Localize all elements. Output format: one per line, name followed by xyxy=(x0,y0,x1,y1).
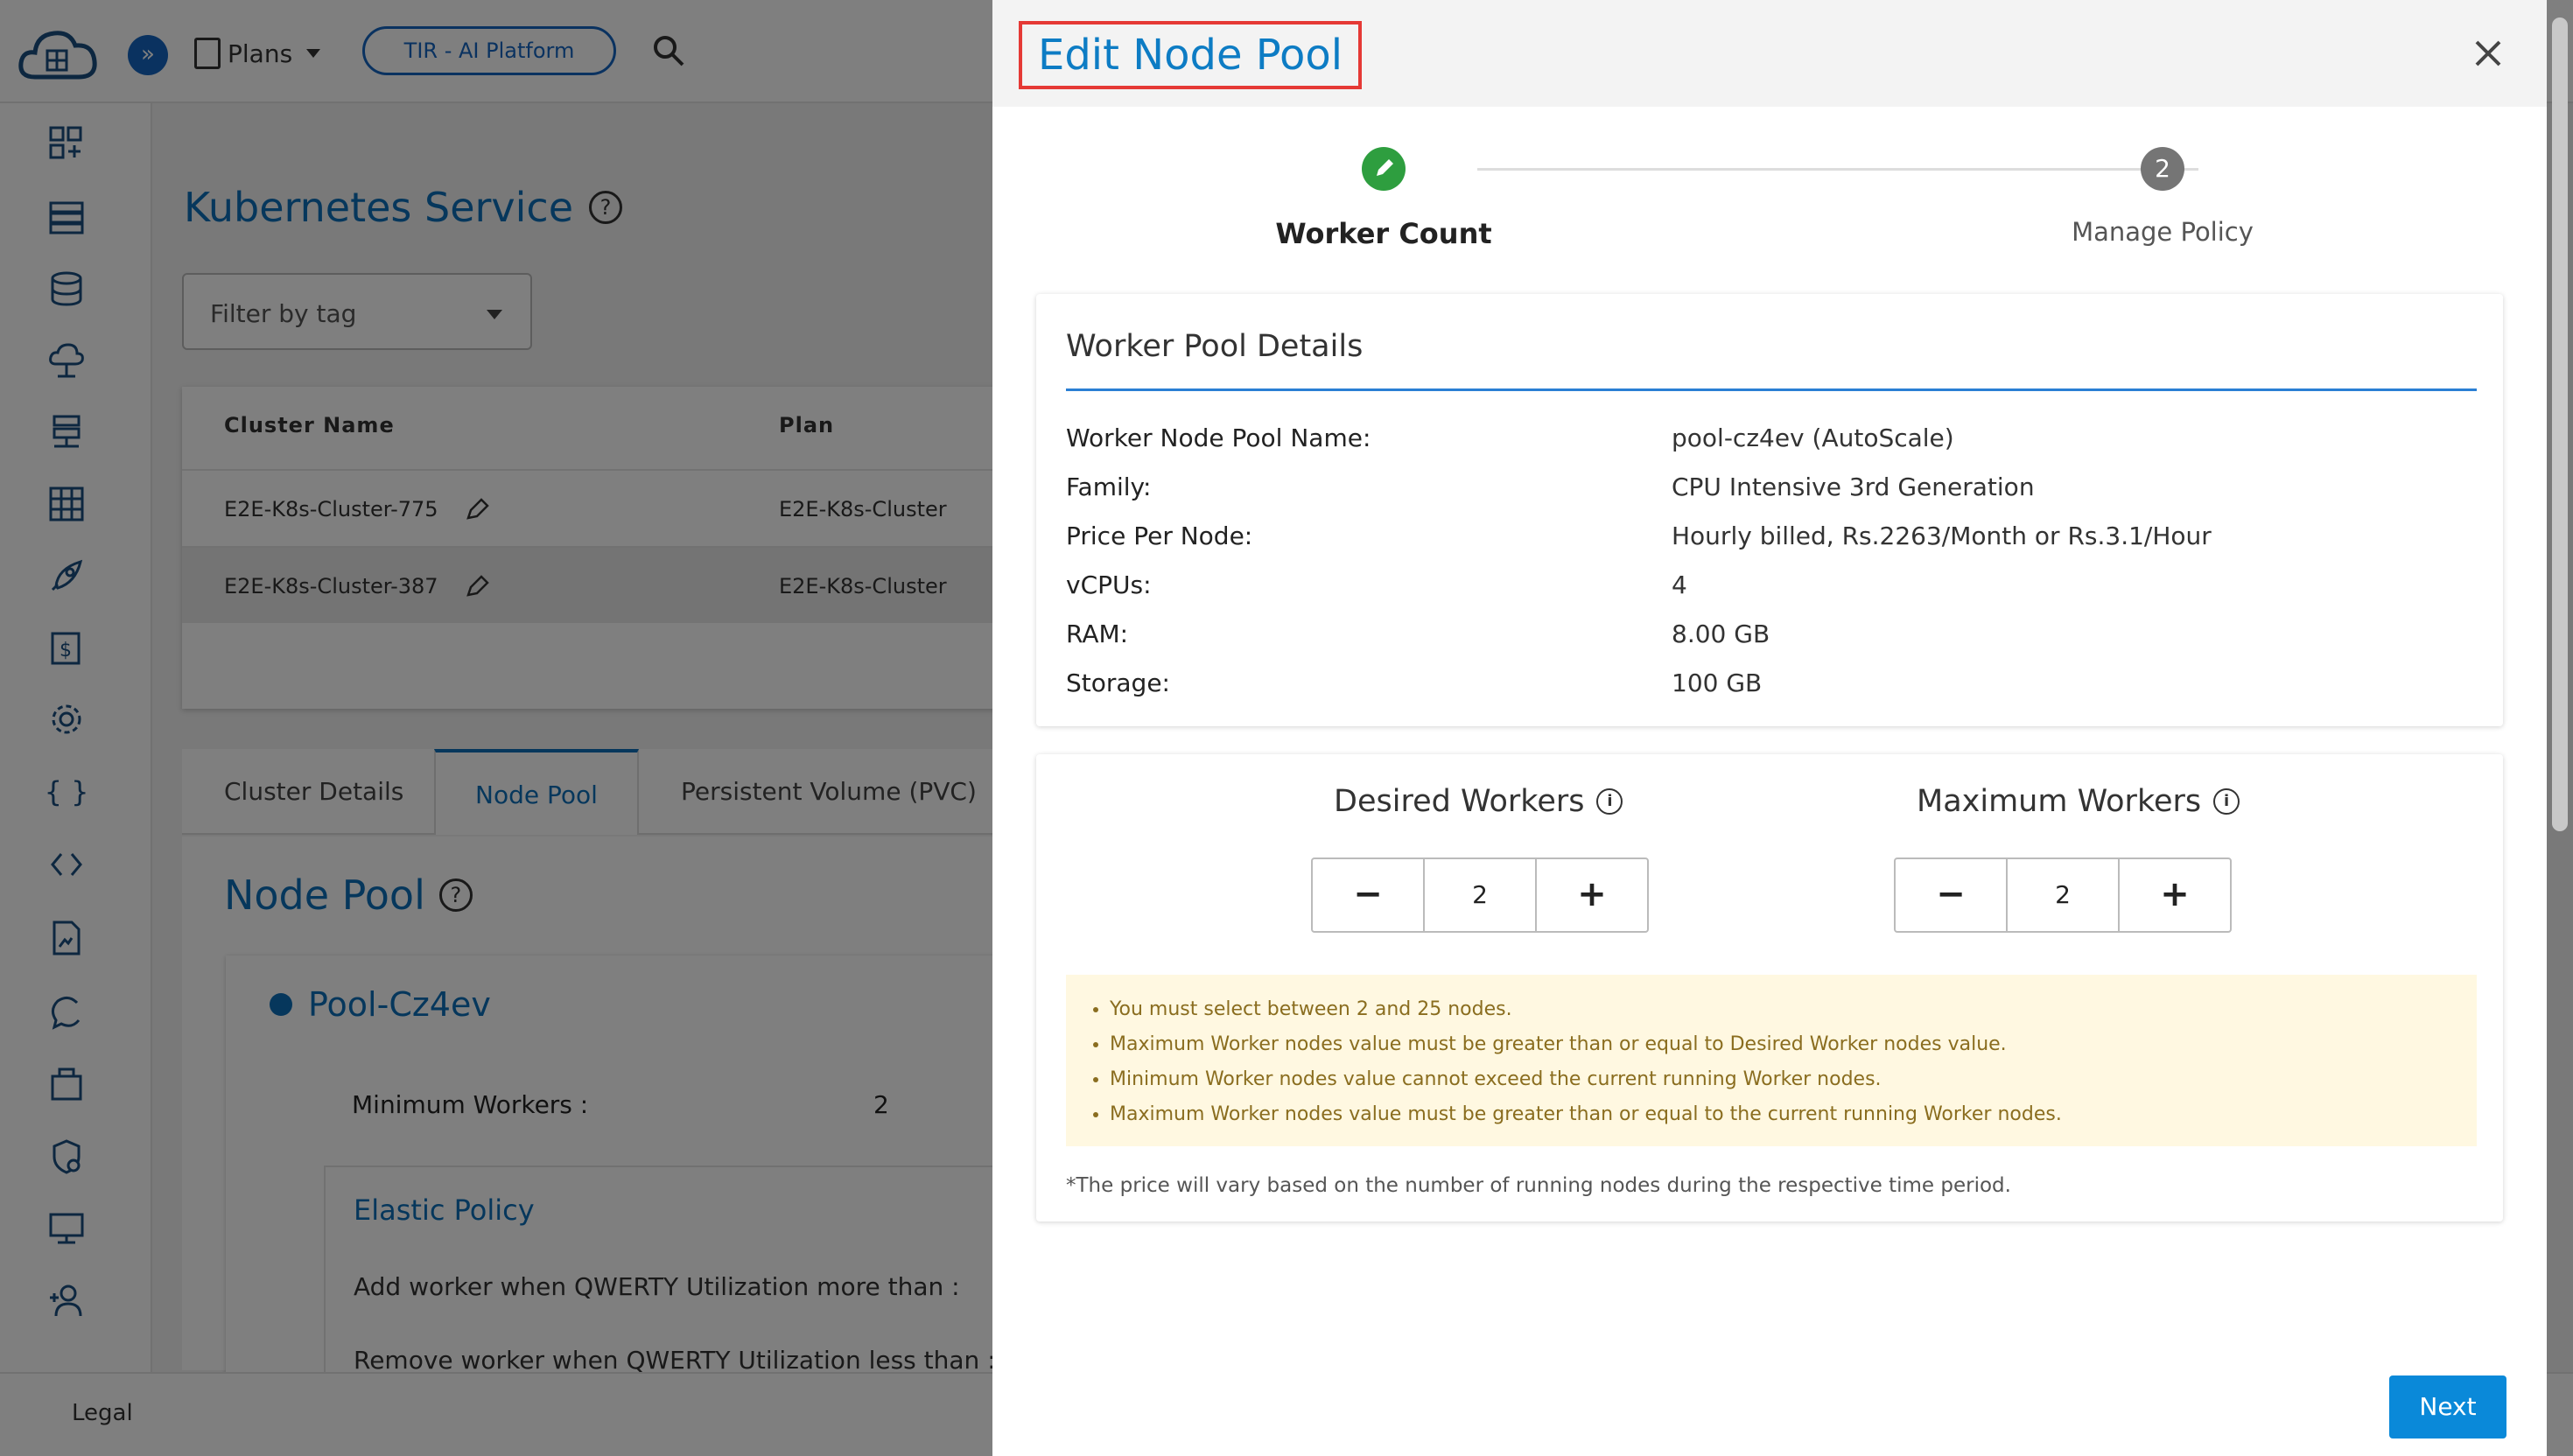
drawer-header: Edit Node Pool xyxy=(992,0,2547,107)
note-item: You must select between 2 and 25 nodes. xyxy=(1110,992,2477,1027)
validation-notes: You must select between 2 and 25 nodes. … xyxy=(1066,975,2477,1146)
detail-label: Family: xyxy=(1066,472,1152,501)
desired-workers-stepper: − 2 + xyxy=(1311,858,1649,933)
detail-label: Worker Node Pool Name: xyxy=(1066,424,1371,452)
drawer-title: Edit Node Pool xyxy=(1019,21,1363,89)
maximum-workers-stepper: − 2 + xyxy=(1894,858,2232,933)
info-icon[interactable]: i xyxy=(2213,788,2240,815)
desired-workers-input[interactable]: 2 xyxy=(1423,859,1537,931)
detail-value: pool-cz4ev (AutoScale) xyxy=(1672,424,1954,452)
scrollbar[interactable] xyxy=(2552,18,2568,831)
maximum-workers-label: Maximum Workers xyxy=(1917,784,2202,819)
step-number-badge[interactable]: 2 xyxy=(2141,147,2184,191)
step-complete-check-icon[interactable] xyxy=(1362,147,1406,191)
detail-value: 100 GB xyxy=(1672,668,1763,697)
detail-label: Storage: xyxy=(1066,668,1170,697)
detail-value: 8.00 GB xyxy=(1672,620,1770,648)
edit-node-pool-drawer: Edit Node Pool 2 Worker Count Manage Pol… xyxy=(992,0,2568,1456)
increment-maximum-button[interactable]: + xyxy=(2120,859,2230,931)
detail-label: RAM: xyxy=(1066,620,1129,648)
close-icon[interactable] xyxy=(2466,32,2510,75)
note-item: Minimum Worker nodes value cannot exceed… xyxy=(1110,1062,2477,1097)
maximum-workers-input[interactable]: 2 xyxy=(2006,859,2120,931)
step-label-worker-count: Worker Count xyxy=(1275,217,1492,250)
detail-label: vCPUs: xyxy=(1066,570,1152,599)
detail-value: CPU Intensive 3rd Generation xyxy=(1672,472,2035,501)
worker-count-card: Desired Workers i − 2 + Maximum Workers … xyxy=(1036,754,2503,1222)
detail-value: 4 xyxy=(1672,570,1687,599)
desired-workers-label: Desired Workers xyxy=(1334,784,1585,819)
divider xyxy=(1066,388,2477,391)
increment-desired-button[interactable]: + xyxy=(1537,859,1647,931)
info-icon[interactable]: i xyxy=(1596,788,1623,815)
next-button[interactable]: Next xyxy=(2389,1376,2506,1438)
stepper: 2 Worker Count Manage Policy xyxy=(992,140,2547,262)
price-note: *The price will vary based on the number… xyxy=(1066,1174,2011,1197)
worker-pool-details-card: Worker Pool Details Worker Node Pool Nam… xyxy=(1036,294,2503,726)
decrement-maximum-button[interactable]: − xyxy=(1896,859,2006,931)
maximum-workers-title: Maximum Workers i xyxy=(1917,784,2240,819)
desired-workers-title: Desired Workers i xyxy=(1334,784,1623,819)
note-item: Maximum Worker nodes value must be great… xyxy=(1110,1027,2477,1062)
detail-label: Price Per Node: xyxy=(1066,522,1253,550)
step-connector xyxy=(1477,168,2198,171)
details-title: Worker Pool Details xyxy=(1066,329,1364,364)
decrement-desired-button[interactable]: − xyxy=(1313,859,1423,931)
detail-value: Hourly billed, Rs.2263/Month or Rs.3.1/H… xyxy=(1672,522,2212,550)
note-item: Maximum Worker nodes value must be great… xyxy=(1110,1097,2477,1132)
step-label-manage-policy: Manage Policy xyxy=(2072,217,2254,247)
